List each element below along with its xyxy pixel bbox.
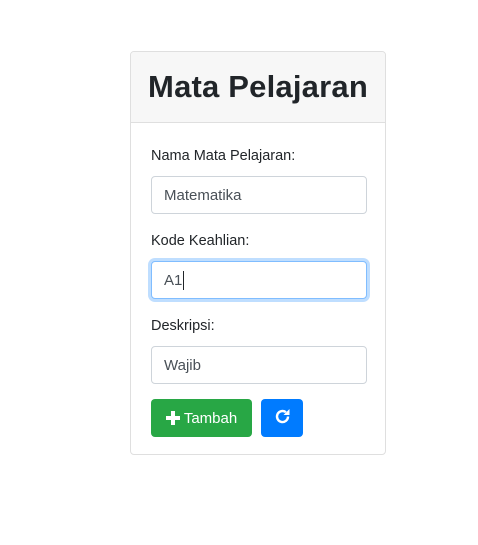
text-caret	[183, 270, 185, 290]
card-header: Mata Pelajaran	[131, 52, 385, 123]
kode-input-value: A1	[164, 271, 183, 289]
kode-label: Kode Keahlian:	[151, 233, 250, 249]
nama-input[interactable]: Matematika	[151, 176, 367, 214]
plus-icon	[165, 411, 180, 425]
refresh-button[interactable]	[261, 399, 303, 437]
kode-input[interactable]: A1	[151, 261, 367, 299]
nama-label: Nama Mata Pelajaran:	[151, 148, 296, 164]
refresh-icon	[274, 408, 291, 429]
deskripsi-label: Deskripsi:	[151, 318, 215, 334]
add-button-label: Tambah	[183, 409, 238, 427]
subject-card: Mata Pelajaran Nama Mata Pelajaran: Mate…	[130, 51, 386, 455]
nama-input-value: Matematika	[164, 186, 242, 204]
deskripsi-input-value: Wajib	[164, 356, 201, 374]
add-button[interactable]: Tambah	[151, 399, 252, 437]
deskripsi-input[interactable]: Wajib	[151, 346, 367, 384]
page-title: Mata Pelajaran	[148, 69, 368, 104]
